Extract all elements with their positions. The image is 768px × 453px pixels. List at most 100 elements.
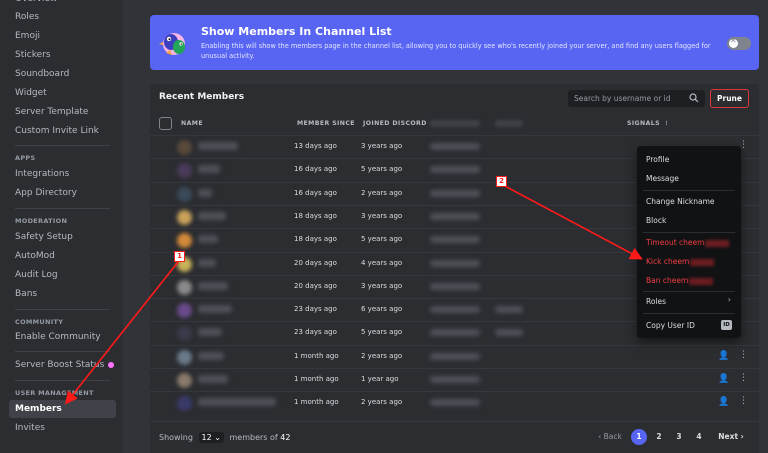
avatar[interactable]	[177, 209, 192, 225]
settings-sidebar: Overview Roles Emoji Stickers Soundboard…	[0, 0, 123, 453]
joined-discord-value: 4 years ago	[361, 258, 403, 267]
avatar[interactable]	[177, 163, 192, 179]
avatar[interactable]	[177, 349, 192, 365]
sidebar-item-automod[interactable]: AutoMod	[9, 247, 116, 265]
menu-item-block[interactable]: Block	[646, 216, 666, 225]
redacted-value	[430, 236, 480, 244]
menu-item-label: Ban cheem	[646, 276, 689, 285]
sidebar-item-members[interactable]: Members	[9, 400, 116, 418]
column-signals[interactable]: SIGNALS ⫶	[627, 120, 668, 128]
sidebar-heading-apps: APPS	[15, 154, 36, 162]
sidebar-divider	[15, 309, 110, 310]
showing-summary: Showing 12 ⌄ members of 42	[159, 432, 290, 443]
redacted-username	[198, 258, 216, 267]
joined-discord-value: 6 years ago	[361, 305, 403, 314]
back-button[interactable]: ‹ Back	[595, 429, 625, 445]
user-profile-icon[interactable]: 👤	[718, 397, 729, 407]
redacted-value	[430, 399, 480, 407]
sidebar-item-overview[interactable]: Overview	[9, 0, 116, 8]
member-since-value: 18 days ago	[294, 211, 337, 220]
select-all-checkbox[interactable]	[159, 117, 172, 130]
more-options-icon[interactable]: ⋮	[739, 396, 748, 406]
redacted-username	[690, 258, 715, 266]
user-profile-icon[interactable]: 👤	[718, 374, 729, 384]
page-1-button[interactable]: 1	[631, 429, 647, 445]
sidebar-item-emoji[interactable]: Emoji	[9, 27, 116, 45]
page-3-button[interactable]: 3	[671, 429, 687, 445]
boost-icon	[108, 361, 115, 368]
showing-label: Showing	[159, 433, 193, 442]
redacted-value	[495, 306, 523, 314]
menu-item-roles[interactable]: Roles	[646, 297, 666, 306]
search-placeholder: Search by username or id	[574, 94, 671, 103]
annotation-callout-2: 2	[496, 176, 507, 187]
sidebar-heading-moderation: MODERATION	[15, 217, 68, 225]
redacted-value	[430, 259, 480, 267]
menu-item-message[interactable]: Message	[646, 174, 679, 183]
member-since-value: 18 days ago	[294, 235, 337, 244]
avatar[interactable]	[177, 279, 192, 295]
user-profile-icon[interactable]: 👤	[718, 351, 729, 361]
avatar[interactable]	[177, 140, 192, 155]
avatar[interactable]	[177, 373, 192, 388]
avatar[interactable]	[177, 303, 192, 319]
joined-discord-value: 5 years ago	[361, 165, 403, 174]
sidebar-item-server-boost-status[interactable]: Server Boost Status	[9, 356, 116, 374]
sidebar-item-widget[interactable]: Widget	[9, 84, 116, 102]
menu-item-timeout[interactable]: Timeout cheem	[646, 238, 730, 247]
redacted-value	[430, 306, 480, 314]
menu-item-copy-user-id[interactable]: Copy User ID	[646, 321, 695, 330]
joined-discord-value: 2 years ago	[361, 188, 403, 197]
filter-icon[interactable]: ⫶	[666, 120, 668, 127]
avatar[interactable]	[177, 186, 192, 202]
show-members-toggle[interactable]: ✕	[727, 36, 751, 50]
sidebar-item-invites[interactable]: Invites	[9, 419, 116, 437]
menu-item-kick[interactable]: Kick cheem	[646, 257, 715, 266]
sidebar-item-app-directory[interactable]: App Directory	[9, 184, 116, 202]
column-name[interactable]: NAME	[181, 120, 203, 127]
avatar[interactable]	[177, 396, 192, 412]
table-row[interactable]: 1 month ago 1 year ago 👤 ⋮	[150, 368, 759, 391]
members-of-label: members of	[229, 433, 278, 442]
prune-button[interactable]: Prune	[710, 89, 749, 108]
menu-item-change-nickname[interactable]: Change Nickname	[646, 197, 715, 206]
table-row[interactable]: 1 month ago 2 years ago 👤 ⋮	[150, 391, 759, 414]
column-joined-discord[interactable]: JOINED DISCORD	[363, 120, 427, 127]
redacted-value	[430, 282, 480, 290]
sidebar-item-bans[interactable]: Bans	[9, 285, 116, 303]
sidebar-item-integrations[interactable]: Integrations	[9, 165, 116, 183]
sidebar-item-enable-community[interactable]: Enable Community	[9, 328, 116, 346]
more-options-icon[interactable]: ⋮	[739, 373, 748, 383]
menu-item-profile[interactable]: Profile	[646, 155, 669, 164]
menu-item-ban[interactable]: Ban cheem	[646, 276, 714, 285]
sidebar-item-audit-log[interactable]: Audit Log	[9, 266, 116, 284]
per-page-select[interactable]: 12 ⌄	[198, 432, 224, 443]
sidebar-item-server-template[interactable]: Server Template	[9, 103, 116, 121]
member-since-value: 23 days ago	[294, 328, 337, 337]
redacted-username	[198, 165, 220, 174]
sidebar-item-stickers[interactable]: Stickers	[9, 46, 116, 64]
member-since-value: 20 days ago	[294, 281, 337, 290]
more-options-icon[interactable]: ⋮	[739, 350, 748, 360]
page-2-button[interactable]: 2	[651, 429, 667, 445]
table-row[interactable]: 1 month ago 2 years ago 👤 ⋮	[150, 344, 759, 368]
page-4-button[interactable]: 4	[691, 429, 707, 445]
sidebar-item-roles[interactable]: Roles	[9, 8, 116, 26]
joined-discord-value: 3 years ago	[361, 142, 403, 150]
avatar[interactable]	[177, 233, 192, 249]
panel-title: Recent Members	[159, 92, 245, 102]
redacted-value	[430, 189, 480, 197]
member-search-input[interactable]: Search by username or id	[568, 90, 705, 107]
member-since-value: 13 days ago	[294, 142, 337, 150]
next-button[interactable]: Next ›	[713, 429, 749, 445]
joined-discord-value: 2 years ago	[361, 351, 403, 360]
redacted-value	[430, 376, 480, 383]
sidebar-item-custom-invite-link[interactable]: Custom Invite Link	[9, 122, 116, 140]
sidebar-item-soundboard[interactable]: Soundboard	[9, 65, 116, 83]
redacted-value	[495, 329, 523, 337]
sidebar-item-safety-setup[interactable]: Safety Setup	[9, 228, 116, 246]
sidebar-heading-community: COMMUNITY	[15, 318, 64, 326]
redacted-value	[430, 329, 480, 337]
avatar[interactable]	[177, 326, 192, 342]
column-member-since[interactable]: MEMBER SINCE	[297, 120, 355, 127]
